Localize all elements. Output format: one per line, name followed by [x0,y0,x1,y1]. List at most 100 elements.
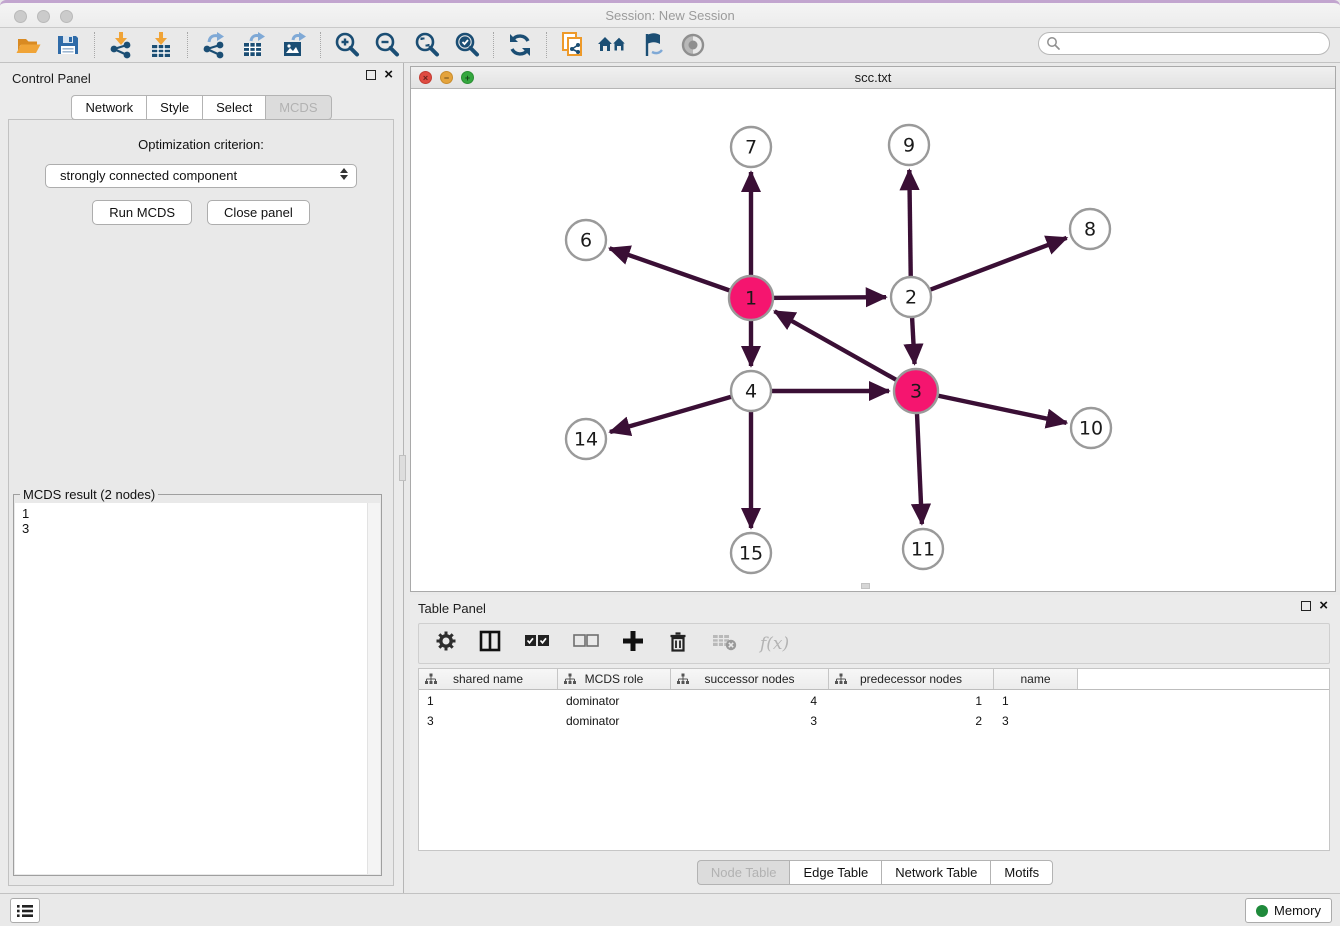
table-cell[interactable]: 1 [994,694,1078,710]
node-11[interactable]: 11 [903,529,943,569]
export-table-button[interactable] [234,30,274,60]
table-settings-button[interactable] [435,630,457,657]
tab-network[interactable]: Network [71,95,146,120]
select-all-icon [523,632,551,650]
table-panel: Table Panel × [410,595,1340,893]
memory-button[interactable]: Memory [1245,898,1332,923]
float-table-panel-icon[interactable] [1301,601,1311,611]
table-row[interactable]: 1dominator411 [419,694,1329,710]
table-row[interactable]: 3dominator323 [419,714,1329,730]
node-table: shared nameMCDS rolesuccessor nodesprede… [418,668,1330,851]
node-3[interactable]: 3 [894,369,938,413]
table-cell[interactable]: 3 [671,714,829,730]
svg-text:8: 8 [1084,219,1096,241]
import-table-button[interactable] [141,30,181,60]
column-label: name [1020,672,1050,686]
columns-icon [478,629,502,653]
zoom-in-button[interactable] [327,30,367,60]
tab-select[interactable]: Select [202,95,265,120]
mcds-result-text[interactable]: 1 3 [15,503,380,874]
deselect-all-button[interactable] [572,632,600,655]
result-scrollbar[interactable] [367,503,380,874]
node-7[interactable]: 7 [731,127,771,167]
apply-layout-button[interactable] [500,30,540,60]
delete-table-button[interactable] [711,630,739,657]
edge-2-8[interactable] [911,238,1067,297]
node-2[interactable]: 2 [891,277,931,317]
node-9[interactable]: 9 [889,125,929,165]
edge-3-1[interactable] [775,311,916,391]
node-4[interactable]: 4 [731,371,771,411]
column-header-successor-nodes[interactable]: successor nodes [671,669,829,689]
import-network-button[interactable] [101,30,141,60]
edge-4-14[interactable] [610,391,751,432]
svg-text:6: 6 [580,230,592,252]
float-panel-icon[interactable] [366,70,376,80]
node-6[interactable]: 6 [566,220,606,260]
close-table-panel-icon[interactable]: × [1319,601,1328,611]
table-cell[interactable]: 4 [671,694,829,710]
zoom-selected-button[interactable] [447,30,487,60]
tab-motifs[interactable]: Motifs [990,860,1053,885]
svg-text:10: 10 [1079,418,1103,440]
hide-graphics-details-button[interactable] [633,30,673,60]
column-header-name[interactable]: name [994,669,1078,689]
search-input[interactable] [1061,37,1329,51]
task-history-button[interactable] [10,898,40,923]
first-neighbors-button[interactable] [593,30,633,60]
network-canvas[interactable]: 7 9 6 8 1 2 4 3 14 10 15 11 [411,89,1335,591]
show-columns-button[interactable] [478,629,502,658]
tab-network-table[interactable]: Network Table [881,860,990,885]
column-header-mcds-role[interactable]: MCDS role [558,669,671,689]
show-hide-panels-button[interactable] [673,30,713,60]
mcds-panel: Optimization criterion: strongly connect… [8,119,394,886]
svg-text:7: 7 [745,137,757,159]
control-panel: Control Panel × NetworkStyleSelectMCDS O… [0,63,404,893]
add-row-button[interactable] [621,629,645,658]
table-cell[interactable]: dominator [558,694,671,710]
toolbar-separator [187,32,188,58]
network-window-titlebar[interactable]: × − + scc.txt [411,67,1335,89]
zoom-fit-button[interactable] [407,30,447,60]
table-cell[interactable]: 2 [829,714,994,730]
node-14[interactable]: 14 [566,419,606,459]
panel-splitter[interactable] [399,455,406,481]
eye-icon [677,30,709,60]
column-header-predecessor-nodes[interactable]: predecessor nodes [829,669,994,689]
memory-status-icon [1256,905,1268,917]
tab-edge-table[interactable]: Edge Table [789,860,881,885]
column-type-icon [835,673,847,685]
criterion-dropdown[interactable]: strongly connected component [45,164,357,188]
column-header-shared-name[interactable]: shared name [419,669,558,689]
table-cell[interactable]: 3 [994,714,1078,730]
select-all-button[interactable] [523,632,551,655]
table-cell[interactable]: dominator [558,714,671,730]
tab-mcds[interactable]: MCDS [265,95,331,120]
close-panel-icon[interactable]: × [384,70,393,80]
export-network-button[interactable] [194,30,234,60]
delete-row-button[interactable] [666,629,690,658]
run-mcds-button[interactable]: Run MCDS [92,200,192,225]
table-cell[interactable]: 1 [829,694,994,710]
control-panel-title: Control Panel [12,71,91,86]
tab-style[interactable]: Style [146,95,202,120]
open-session-button[interactable] [8,30,48,60]
toolbar-separator [493,32,494,58]
node-15[interactable]: 15 [731,533,771,573]
function-builder-button[interactable]: f(x) [760,634,789,654]
table-cell[interactable]: 1 [419,694,558,710]
table-cell[interactable]: 3 [419,714,558,730]
clone-network-button[interactable] [553,30,593,60]
dropdown-stepper-icon [340,168,348,180]
export-image-button[interactable] [274,30,314,60]
node-8[interactable]: 8 [1070,209,1110,249]
close-panel-button[interactable]: Close panel [207,200,310,225]
search-box[interactable] [1038,32,1330,55]
node-10[interactable]: 10 [1071,408,1111,448]
save-session-button[interactable] [48,30,88,60]
tab-node-table[interactable]: Node Table [697,860,790,885]
node-1[interactable]: 1 [729,276,773,320]
zoom-out-button[interactable] [367,30,407,60]
view-resize-grip[interactable] [861,583,870,589]
svg-text:4: 4 [745,381,757,403]
